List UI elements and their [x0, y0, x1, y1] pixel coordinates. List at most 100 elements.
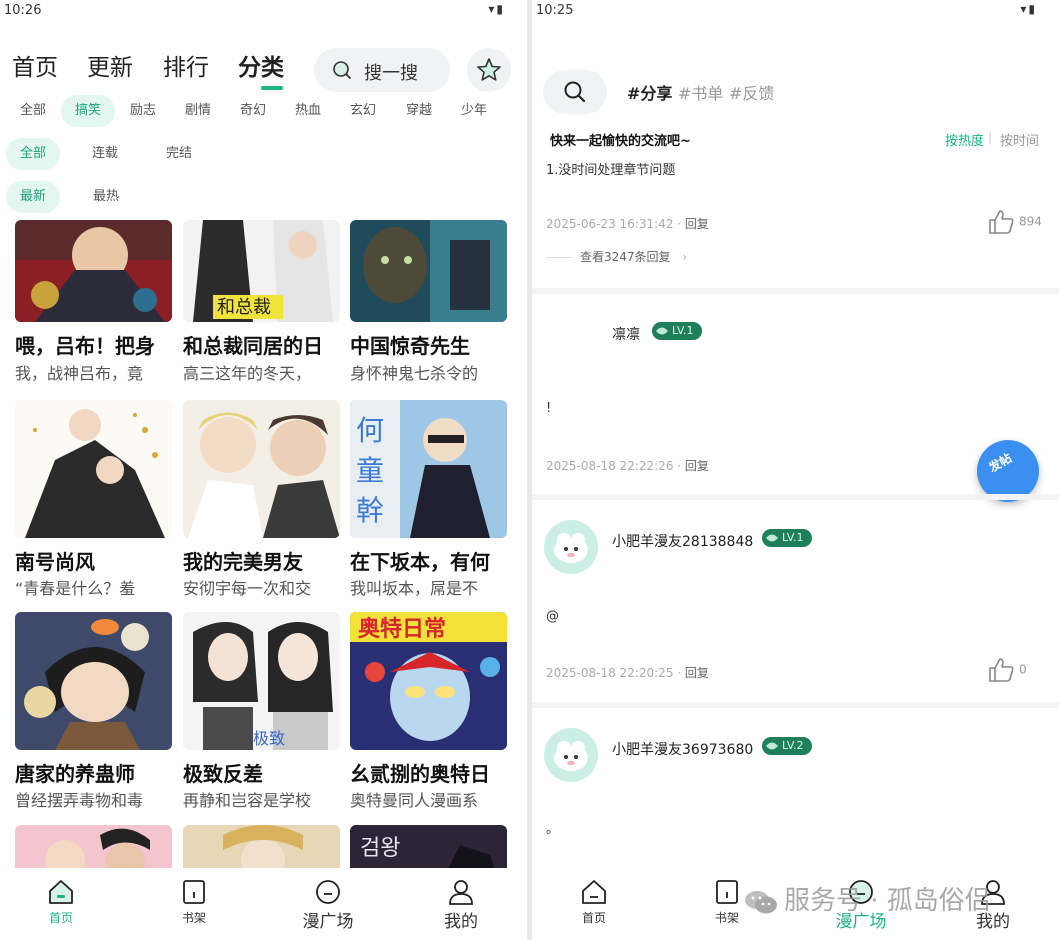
nav-bookshelf-label: 书架	[181, 911, 206, 925]
home-icon	[582, 880, 606, 904]
hashtag-share[interactable]: #分享	[627, 80, 672, 104]
status-bar: 10:26 ▾▮	[0, 0, 527, 22]
post-divider	[532, 702, 1059, 708]
sort-by-hot[interactable]: 按热度	[945, 130, 984, 149]
comic-cover: 和总裁	[183, 220, 340, 322]
comic-desc: 再静和岂容是学校	[183, 791, 312, 810]
view-replies-link[interactable]: 查看3247条回复 ›	[546, 248, 687, 265]
post-time: 2025-08-18 22:20:25	[546, 666, 674, 680]
genre-fantasy[interactable]: 奇幻	[230, 95, 276, 127]
search-placeholder: 搜一搜	[364, 63, 418, 84]
comic-title: 唐家的养蛊师	[15, 762, 135, 786]
home-icon	[49, 880, 73, 904]
plaza-icon	[316, 880, 340, 904]
nav-home[interactable]: 首页	[554, 878, 634, 926]
avatar[interactable]	[544, 520, 598, 574]
comic-category-screen: 10:26 ▾▮ 首页 更新 排行 分类 搜一搜 全部 搞笑 励志 剧情 奇幻 …	[0, 0, 527, 940]
sort-filter: 最新 最热	[0, 181, 200, 215]
create-post-button[interactable]: 发帖	[977, 440, 1039, 502]
post-title: 快来一起愉快的交流吧~	[550, 134, 691, 149]
genre-all[interactable]: 全部	[10, 95, 56, 127]
thumbs-up-icon	[989, 210, 1014, 234]
level-badge: LV.1	[652, 322, 702, 340]
comic-cover	[15, 825, 172, 870]
like-count: 0	[1019, 662, 1027, 677]
create-post-label: 发帖	[986, 450, 1015, 475]
tab-category[interactable]: 分类	[238, 48, 284, 82]
post-meta: 2025-08-18 22:20:25 · 回复	[546, 666, 709, 680]
username[interactable]: 小肥羊漫友36973680	[612, 739, 753, 759]
genre-drama[interactable]: 剧情	[175, 95, 221, 127]
post-body: !	[546, 401, 552, 416]
genre-action[interactable]: 热血	[285, 95, 331, 127]
wifi-battery-icon: ▾▮	[1020, 2, 1037, 16]
like-button[interactable]: 894	[987, 209, 1042, 235]
sort-hottest[interactable]: 最热	[83, 181, 129, 213]
comic-desc: 身怀神鬼七杀令的	[350, 364, 479, 383]
status-completed[interactable]: 完结	[156, 138, 202, 170]
nav-plaza[interactable]: 漫广场	[288, 878, 368, 932]
profile-icon	[449, 880, 473, 905]
nav-me[interactable]: 我的	[421, 878, 501, 932]
post-time: 2025-08-18 22:22:26	[546, 459, 674, 473]
search-button[interactable]	[543, 70, 607, 114]
level-badge: LV.1	[762, 529, 812, 547]
thumbs-up-icon	[989, 658, 1014, 682]
genre-shonen[interactable]: 少年	[451, 95, 497, 127]
hashtag-booklist[interactable]: #书单	[678, 80, 723, 104]
status-all[interactable]: 全部	[6, 138, 60, 170]
nav-home[interactable]: 首页	[21, 878, 101, 926]
comic-title: 我的完美男友	[183, 550, 303, 574]
like-button[interactable]: 0	[987, 657, 1027, 683]
search-icon	[564, 81, 586, 103]
username[interactable]: 凛凛	[612, 324, 640, 344]
nav-bookshelf[interactable]: 书架	[154, 878, 234, 926]
svg-text:和总裁: 和总裁	[217, 297, 271, 318]
comic-title: 喂，吕布！把身	[15, 334, 155, 358]
genre-timetravel[interactable]: 穿越	[396, 95, 442, 127]
avatar[interactable]	[544, 728, 598, 782]
watermark-text: 服务号 · 孤岛俗侣	[784, 886, 991, 916]
leaf-icon	[766, 742, 778, 750]
comic-title: 极致反差	[183, 762, 263, 786]
tab-update[interactable]: 更新	[87, 48, 133, 82]
comic-desc: 高三这年的冬天，	[183, 364, 312, 383]
comic-cover: 极致	[183, 612, 340, 750]
favorites-button[interactable]	[467, 48, 511, 92]
nav-home-label: 首页	[581, 911, 606, 925]
genre-funny[interactable]: 搞笑	[61, 95, 115, 127]
genre-xuanhuan[interactable]: 玄幻	[340, 95, 386, 127]
status-bar: 10:25 ▾▮	[532, 0, 1059, 22]
post-divider	[532, 288, 1059, 294]
like-count: 894	[1019, 214, 1042, 229]
post-divider	[532, 494, 1059, 500]
chevron-right-icon: ›	[682, 250, 688, 264]
tab-ranking[interactable]: 排行	[163, 48, 209, 82]
comic-cover	[15, 400, 172, 538]
comic-cover: 검왕	[350, 825, 507, 870]
status-ongoing[interactable]: 连载	[82, 138, 128, 170]
comic-grid: 喂，吕布！把身 我，战神吕布，竟 和总裁 和总裁同居的日 高三这年的冬天， 中国…	[15, 220, 515, 870]
username[interactable]: 小肥羊漫友28138848	[612, 531, 753, 551]
comic-cover	[15, 220, 172, 322]
comic-desc: 曾经摆弄毒物和毒	[15, 791, 144, 810]
active-tab-indicator	[261, 86, 283, 90]
reply-button[interactable]: 回复	[685, 217, 709, 231]
comic-cover	[15, 612, 172, 750]
genre-inspirational[interactable]: 励志	[120, 95, 166, 127]
hashtag-feedback[interactable]: #反馈	[729, 80, 774, 104]
post-meta: 2025-06-23 16:31:42 · 回复	[546, 217, 709, 231]
reply-button[interactable]: 回复	[685, 666, 709, 680]
tab-home[interactable]: 首页	[12, 48, 58, 82]
comic-title: 南号尚风	[15, 550, 95, 574]
comic-cover: 何童幹	[350, 400, 507, 538]
search-button[interactable]: 搜一搜	[314, 48, 450, 92]
star-icon	[477, 58, 501, 81]
sort-newest[interactable]: 最新	[6, 181, 60, 213]
level-badge: LV.2	[762, 737, 812, 755]
sort-by-time[interactable]: 按时间	[1000, 130, 1039, 149]
reply-button[interactable]: 回复	[685, 459, 709, 473]
nav-home-label: 首页	[48, 911, 73, 925]
comic-desc: “青春是什么？羞	[15, 579, 136, 598]
leaf-icon	[656, 327, 668, 335]
